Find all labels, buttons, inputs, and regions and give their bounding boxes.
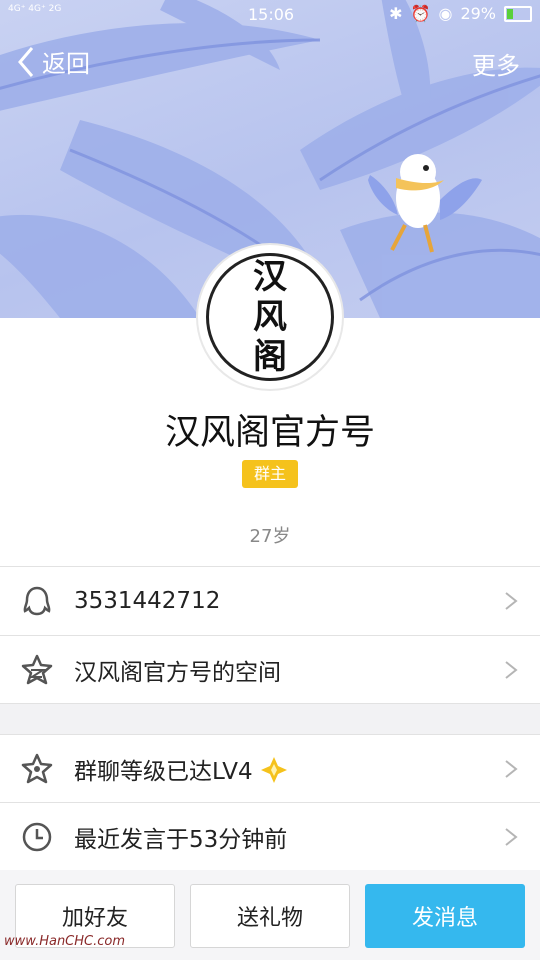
send-gift-button[interactable]: 送礼物	[190, 884, 350, 948]
site-watermark: www.HanCHC.com	[4, 934, 126, 949]
status-time: 15:06	[248, 5, 295, 24]
avatar-char-1: 汉	[253, 257, 287, 297]
avatar-char-3: 阁	[253, 337, 287, 377]
send-gift-label: 送礼物	[236, 906, 303, 931]
section-gap	[0, 704, 540, 734]
clock-icon	[22, 822, 52, 852]
top-nav: 返回 更多	[0, 44, 540, 88]
age-text: 27岁	[249, 526, 291, 547]
chevron-left-icon	[18, 46, 34, 77]
send-message-button[interactable]: 发消息	[365, 884, 525, 948]
add-friend-label: 加好友	[61, 906, 128, 931]
alarm-icon: ⏰	[410, 4, 431, 23]
avatar-char-2: 风	[253, 297, 287, 337]
back-button[interactable]: 返回	[16, 44, 90, 79]
more-button[interactable]: 更多	[472, 46, 520, 81]
battery-icon	[504, 5, 532, 22]
level-diamond-icon	[260, 757, 287, 783]
last-speak-row[interactable]: 最近发言于53分钟前	[0, 803, 540, 871]
group-level-label: 群聊等级已达LV4	[74, 752, 288, 786]
back-label: 返回	[42, 50, 90, 78]
status-bar: 4G⁺ 4G⁺ 2G 15:06 ✱ ⏰ ◉ 29%	[0, 0, 540, 30]
qq-number: 3531442712	[74, 588, 221, 614]
status-icons: ✱ ⏰ ◉ 29%	[389, 4, 532, 23]
star-space-icon	[21, 654, 53, 685]
chevron-right-icon	[505, 828, 518, 846]
battery-percent: 29%	[460, 4, 496, 23]
send-message-label: 发消息	[411, 906, 478, 931]
profile-name: 汉风阁官方号	[164, 413, 375, 453]
qq-number-row[interactable]: 3531442712	[0, 567, 540, 635]
avatar-logo: 汉 风 阁	[206, 253, 334, 381]
qzone-label: 汉风阁官方号的空间	[74, 660, 281, 686]
group-level-row[interactable]: 群聊等级已达LV4	[0, 735, 540, 803]
level-star-icon	[21, 753, 53, 784]
location-icon: ◉	[438, 4, 453, 23]
qq-penguin-icon	[23, 586, 51, 616]
signal-indicator: 4G⁺ 4G⁺ 2G	[8, 4, 62, 14]
role-badge: 群主	[242, 460, 298, 488]
last-speak-label: 最近发言于53分钟前	[74, 827, 288, 853]
chevron-right-icon	[505, 592, 518, 610]
chevron-right-icon	[505, 661, 518, 679]
bluetooth-icon: ✱	[389, 4, 403, 23]
avatar[interactable]: 汉 风 阁	[198, 245, 342, 389]
chevron-right-icon	[505, 760, 518, 778]
qzone-row[interactable]: 汉风阁官方号的空间	[0, 636, 540, 704]
